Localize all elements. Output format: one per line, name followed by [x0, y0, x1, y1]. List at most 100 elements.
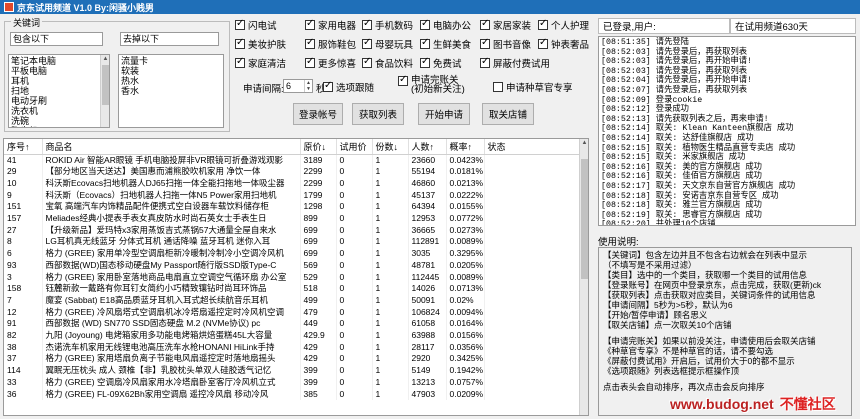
table-row[interactable]: 27 【升级新品】爱玛特x3家用蒸饭吉式蒸锅57大通量全屋自来水 699 0 1 3666… [4, 224, 582, 237]
category-checkbox[interactable]: 个人护理 [538, 18, 589, 32]
column-header[interactable]: 序号↑ [4, 139, 43, 155]
column-header[interactable]: 人数↑ [408, 139, 447, 155]
checkbox-icon[interactable] [398, 74, 408, 86]
checkbox-icon[interactable] [362, 37, 372, 49]
category-checkbox[interactable]: 钟表奢品 [538, 37, 589, 51]
category-checkbox[interactable]: 食品饮料 [362, 56, 413, 70]
table-row[interactable]: 6 格力 (GREE) 家用单冷型空调扇柜新冷暖制冷制冷小空调冷风机 699 0 1 30… [4, 248, 582, 260]
checkbox-icon[interactable] [305, 18, 315, 30]
table-row[interactable]: 29 【部分地区当天送达】美国惠而浦熊胶吹机家用 净饮一体 2299 0 1 55194 0… [4, 166, 582, 178]
checkbox-icon[interactable] [305, 56, 315, 68]
table-row[interactable]: 37 格力 (GREE) 家用塔扇负离子节能电风扇遥控定时落地扇摇头 429 0 1 29… [4, 353, 582, 366]
table-row[interactable]: 9 科沃斯（Ecovacs）扫地机器人扫拖一体N5 Power家用扫地机 1799 0… [4, 189, 582, 202]
checkbox-icon[interactable] [305, 37, 315, 49]
unfollow-shops-button[interactable]: 取关店铺 [482, 103, 534, 125]
checkbox-icon[interactable] [480, 18, 490, 30]
table-row[interactable]: 114 翼眠无压枕头 成人 颈椎【非】乳胶枕头单双人硅胶透气记忆 399 0 1 5149… [4, 365, 582, 377]
column-header[interactable]: 概率↑ [446, 139, 485, 155]
apply-follow-checkbox[interactable]: 申请完账关 (初始新关注) [398, 74, 465, 94]
table-row[interactable]: 3 格力 (GREE) 家用卧室落地商品电扇直立空调空气循环扇 办公室 529 0 1 1… [4, 271, 582, 284]
table-cell: 23660 [408, 154, 447, 167]
table-row[interactable]: 41 ROKID Air 智能AR眼镜 手机电脑投屏非VR眼镜可折叠游戏观影 318… [4, 154, 582, 167]
category-checkbox[interactable]: 服饰鞋包 [305, 37, 356, 51]
checkbox-icon[interactable] [480, 56, 490, 68]
checkbox-icon[interactable] [420, 56, 430, 68]
checkbox-icon[interactable] [538, 37, 548, 49]
checkbox-icon[interactable] [323, 80, 333, 92]
include-keyword-item[interactable]: 电动牙刷 [11, 96, 107, 106]
scroll-thumb[interactable] [102, 65, 109, 105]
include-keyword-item[interactable]: 平板电脑 [11, 66, 107, 76]
category-checkbox[interactable]: 闪电试 [235, 18, 277, 32]
category-checkbox[interactable]: 美妆护肤 [235, 37, 286, 51]
category-checkbox[interactable]: 生鲜美食 [420, 37, 471, 51]
include-list-scrollbar[interactable]: ▲ [100, 55, 109, 127]
interval-input[interactable]: 6 ▲ ▼ [283, 79, 313, 93]
category-checkbox[interactable]: 图书音像 [480, 37, 531, 51]
category-checkbox[interactable]: 家用电器 [305, 18, 356, 32]
checkbox-icon[interactable] [235, 18, 245, 30]
exclude-keywords-list[interactable]: 流量卡 软装 热水 香水 [118, 54, 224, 128]
skip-traced-checkbox[interactable]: 选项跟随 [323, 80, 374, 94]
category-checkbox[interactable]: 更多惊喜 [305, 56, 356, 70]
exclude-keyword-item[interactable]: 热水 [121, 76, 221, 86]
category-checkbox[interactable]: 电脑办公 [420, 18, 471, 32]
exclude-keyword-item[interactable]: 香水 [121, 86, 221, 96]
include-keyword-item[interactable]: 洗碗 [11, 116, 107, 126]
table-row[interactable]: 38 杰诺洗车机家用无线锂电池高压洗车水枪HONANI HiLink手持 429 0 1… [4, 341, 582, 354]
category-checkbox[interactable]: 家庭清洁 [235, 56, 286, 70]
category-checkbox[interactable]: 母婴玩具 [362, 37, 413, 51]
checkbox-icon[interactable] [493, 82, 503, 92]
column-header[interactable]: 状态 [484, 139, 582, 155]
checkbox-icon[interactable] [362, 56, 372, 68]
column-header[interactable]: 试用价 [336, 139, 373, 155]
include-keyword-item[interactable]: 洗衣机 [11, 106, 107, 116]
table-cell: 科沃斯Ecovacs扫地机器人DJ65扫拖一体全能扫拖地一体吸尘器 [42, 177, 301, 190]
category-checkbox[interactable]: 手机数码 [362, 18, 413, 32]
column-header[interactable]: 份数↓ [372, 139, 409, 155]
scroll-up-icon[interactable]: ▲ [580, 139, 588, 148]
table-row[interactable]: 151 宝氧 高端汽车内饰精品配件便携式空白设器车载饮料储存柜 1298 0 1 6439… [4, 201, 582, 214]
table-row[interactable]: 7 魔宴 (Sabbat) E18高品质蓝牙耳机入耳式超长续航音乐耳机 499 0 1 5… [4, 294, 582, 307]
table-row[interactable]: 82 九阳 (Joyoung) 电烤箱家用多功能电烤箱烘焙蛋糕45L大容量 429.… [4, 330, 582, 342]
scroll-up-icon[interactable]: ▲ [101, 55, 109, 64]
table-row[interactable]: 91 西部数据 (WD) SN770 SSD固态硬盘 M.2 (NVMe协议) p… [4, 318, 582, 331]
table-row[interactable]: 8 LG耳机真无线蓝牙 分体式耳机 通话降噪 蓝牙耳机 迷你入耳 699 0 1 1128… [4, 236, 582, 249]
exclude-keyword-item[interactable]: 软装 [121, 66, 221, 76]
column-header[interactable]: 原价↓ [300, 139, 337, 155]
table-scrollbar[interactable]: ▲ [579, 139, 588, 415]
activity-log[interactable]: [08:51:35] 请先登陆 [08:52:03] 请先登录后，再获取列表 [08… [598, 36, 856, 226]
start-apply-button[interactable]: 开始申请 [418, 103, 470, 125]
category-checkbox[interactable]: 免费试 [420, 56, 462, 70]
login-button[interactable]: 登录帐号 [293, 103, 343, 125]
spinner-icon[interactable]: ▲ ▼ [304, 80, 312, 92]
table-row[interactable]: 12 格力 (GREE) 冷风扇塔式空调扇机冰冷塔扇遥控定时冷风机空调 479 0 1 1… [4, 306, 582, 319]
checkbox-icon[interactable] [420, 37, 430, 49]
premium-checkbox[interactable]: 申请种草官专享 [493, 80, 573, 94]
category-checkbox[interactable]: 家居家装 [480, 18, 531, 32]
table-row[interactable]: 33 格力 (GREE) 空调扇冷风扇家用水冷塔扇卧室客厅冷风机立式 399 0 1 13… [4, 376, 582, 389]
include-keyword-item[interactable]: 跑步机 [11, 126, 107, 127]
table-row[interactable]: 158 钰麓新款一戴路有你耳钉女简约小巧精致镶钻时尚耳环饰品 518 0 1 14026 0… [4, 283, 582, 295]
include-keyword-item[interactable]: 笔记本电脑 [11, 56, 107, 66]
get-list-button[interactable]: 获取列表 [352, 103, 404, 125]
column-header[interactable]: 商品名 [42, 139, 301, 155]
checkbox-icon[interactable] [420, 18, 430, 30]
checkbox-icon[interactable] [362, 18, 372, 30]
log-line: [08:52:03] 请先登录后，再开始申请! [601, 57, 753, 67]
checkbox-icon[interactable] [235, 56, 245, 68]
scroll-thumb[interactable] [581, 159, 588, 279]
category-checkbox[interactable]: 屏蔽付费试用 [480, 56, 550, 70]
include-keywords-list[interactable]: 笔记本电脑平板电脑耳机扫地电动牙刷洗衣机洗碗跑步机机械键盘 ▲ [8, 54, 110, 128]
exclude-keyword-item[interactable]: 流量卡 [121, 56, 221, 66]
include-keyword-item[interactable]: 耳机 [11, 76, 107, 86]
include-keyword-item[interactable]: 扫地 [11, 86, 107, 96]
table-row[interactable]: 36 格力 (GREE) FL-09X62Bh家用空调扇 遥控冷风扇 移动冷风 38… [4, 388, 582, 401]
checkbox-icon[interactable] [480, 37, 490, 49]
table-row[interactable]: 157 Meliades经典小提表手表女真皮防水时尚石英女士手表生日 899 0 1 12… [4, 213, 582, 225]
table-row[interactable]: 93 西部数据(WD)国态移动硬盘My Passport随行版SSD版Type-C… [4, 259, 582, 272]
table-cell [484, 365, 582, 377]
checkbox-icon[interactable] [235, 37, 245, 49]
checkbox-icon[interactable] [538, 18, 548, 30]
table-row[interactable]: 10 科沃斯Ecovacs扫地机器人DJ65扫拖一体全能扫拖地一体吸尘器 2299 0… [4, 177, 582, 190]
